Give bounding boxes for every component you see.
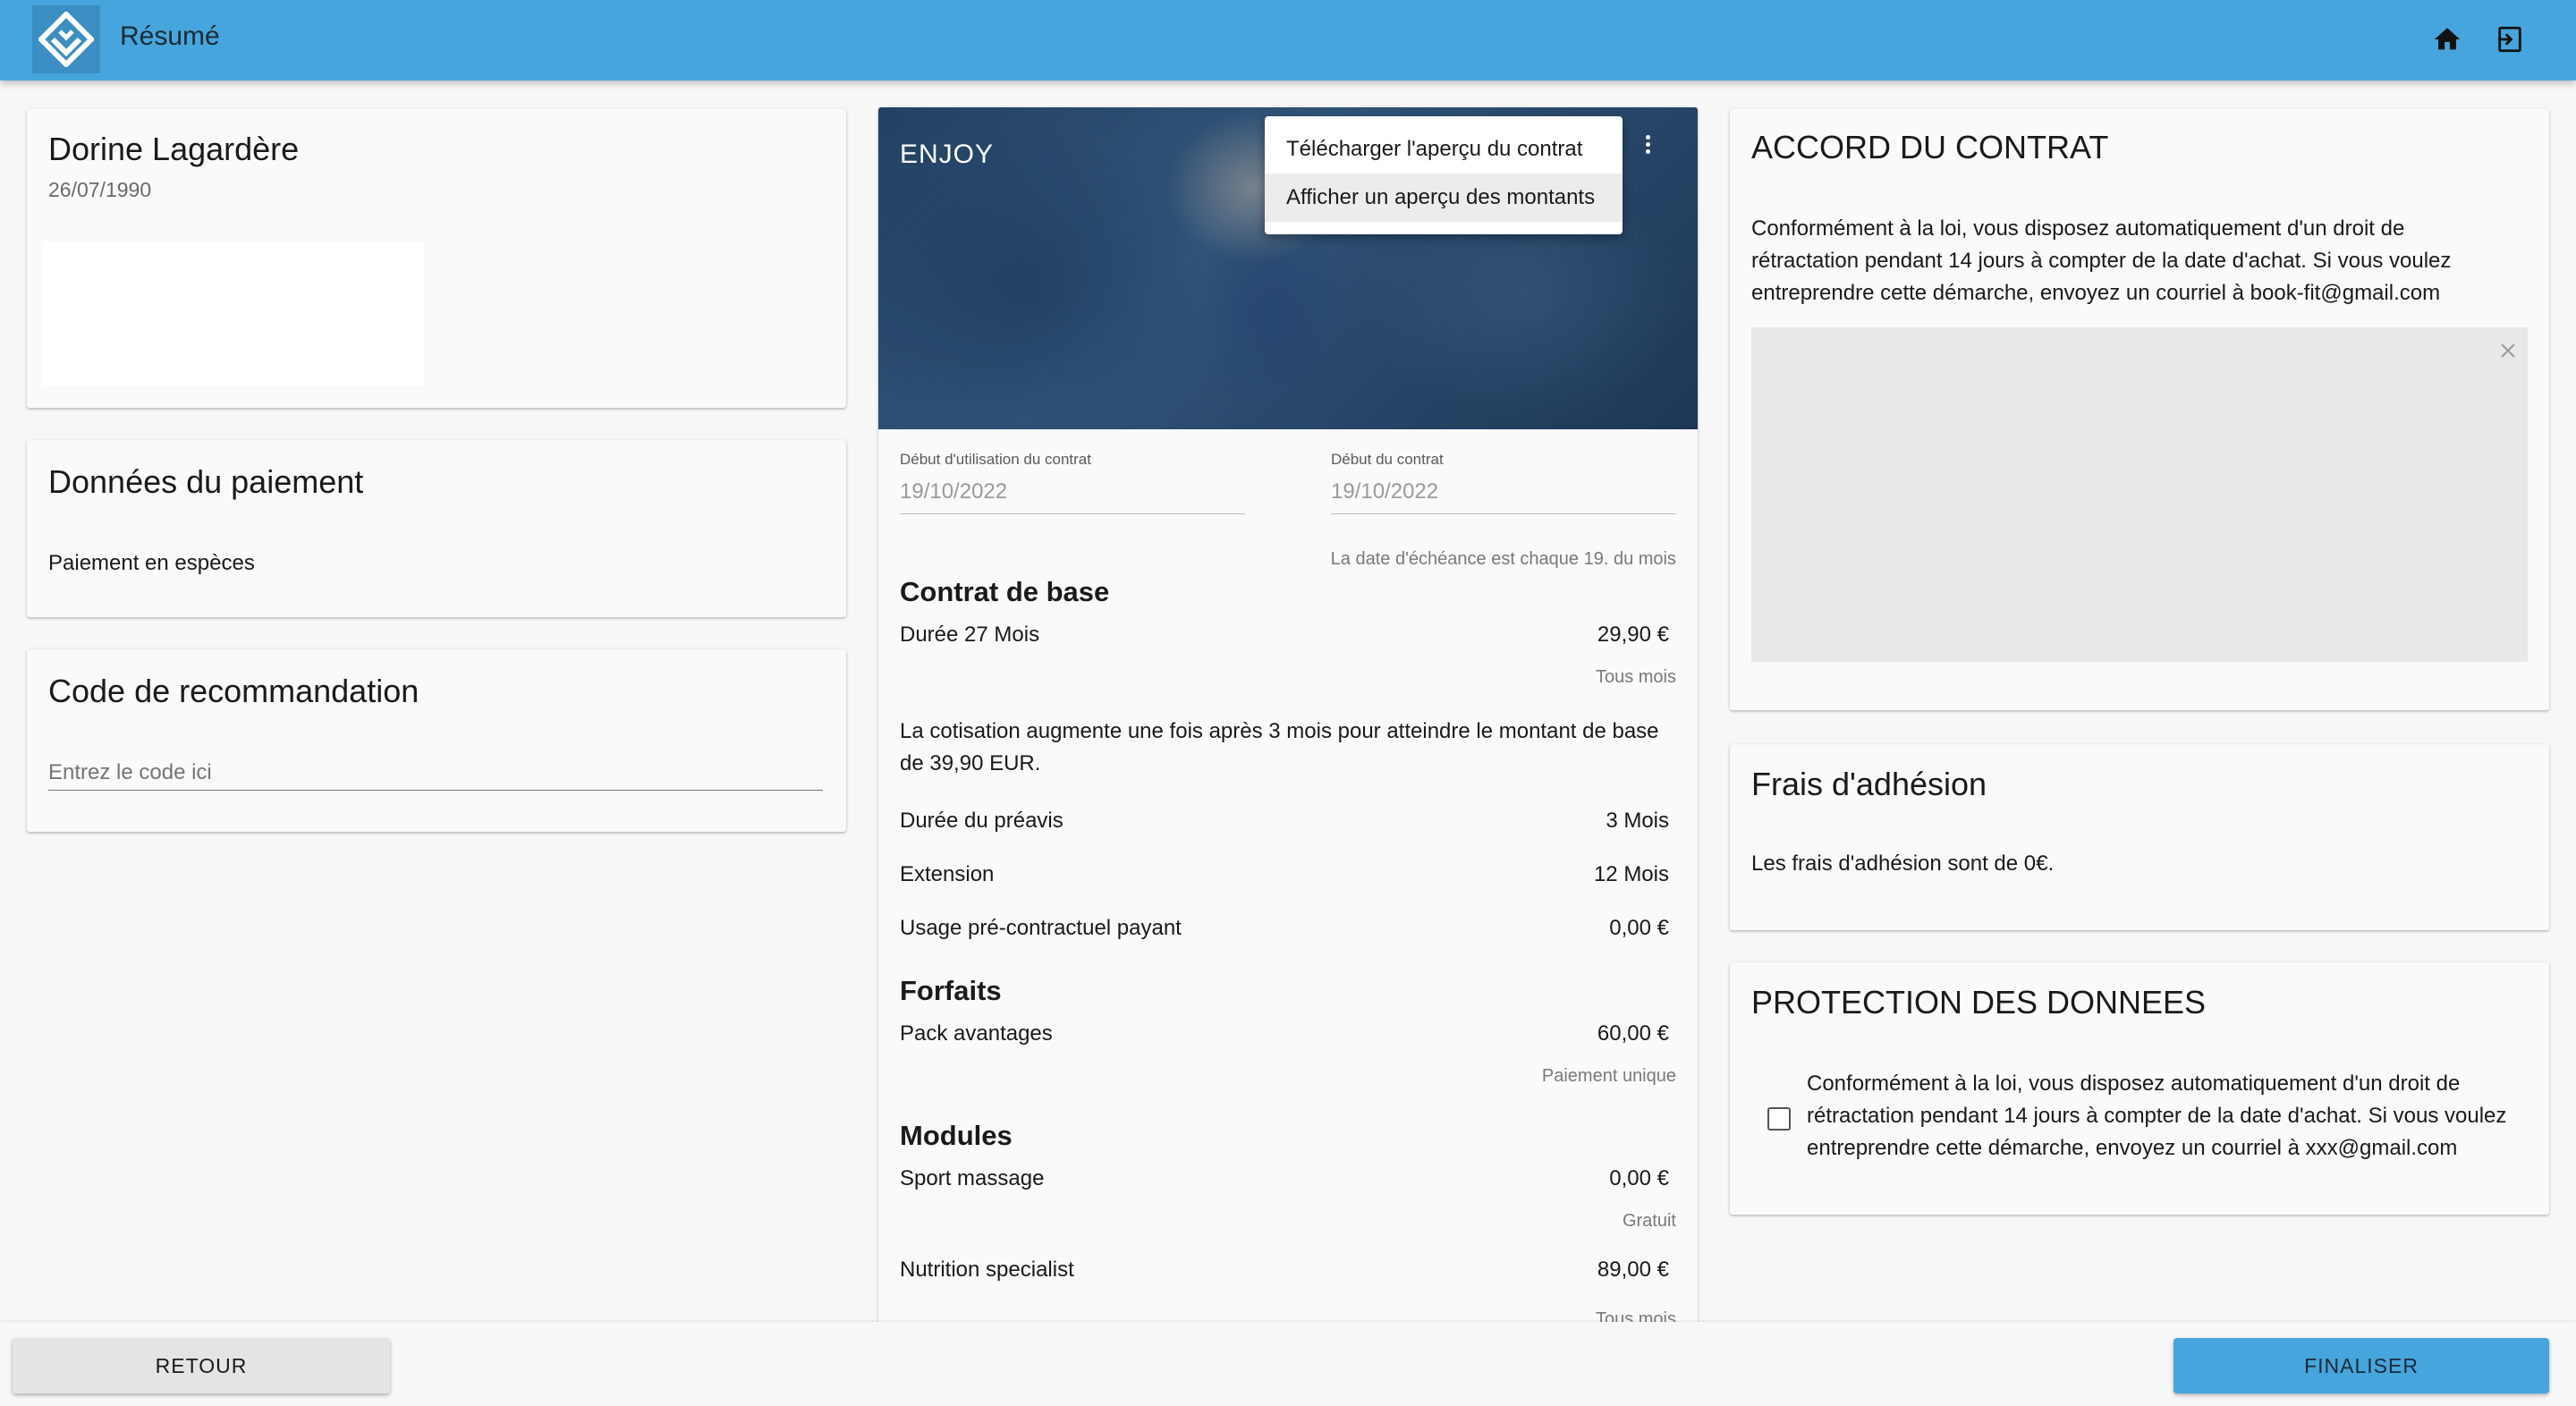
data-protection-text: Conformément à la loi, vous disposez aut… <box>1807 1068 2506 1165</box>
contract-hero-image: ENJOY Télécharger l'aperçu du contrat Af… <box>878 107 1698 429</box>
notice-period-label: Durée du préavis <box>900 809 1063 833</box>
app-header: Résumé <box>0 0 2576 80</box>
data-protection-checkbox[interactable] <box>1767 1107 1791 1131</box>
data-protection-text-line: rétractation pendant 14 jours à compter … <box>1807 1104 2507 1128</box>
footer-bar: RETOUR FINALISER <box>0 1322 2576 1406</box>
back-button[interactable]: RETOUR <box>13 1338 390 1393</box>
membership-fee-card: Frais d'adhésion Les frais d'adhésion so… <box>1730 744 2549 930</box>
packages-title: Forfaits <box>900 975 1002 1006</box>
module-item-sub: Gratuit <box>1622 1211 1676 1231</box>
referral-code-input[interactable] <box>48 755 823 791</box>
data-protection-title: PROTECTION DES DONNEES <box>1751 984 2207 1021</box>
agreement-text-line: entreprendre cette démarche, envoyez un … <box>1751 281 2441 305</box>
pre-contract-usage-value: 0,00 € <box>1609 916 1669 940</box>
due-date-note: La date d'échéance est chaque 19. du moi… <box>1330 549 1676 569</box>
menu-item-download-preview[interactable]: Télécharger l'aperçu du contrat <box>1265 125 1623 174</box>
customer-name: Dorine Lagardère <box>48 131 300 167</box>
data-protection-card: PROTECTION DES DONNEES Conformément à la… <box>1730 962 2549 1215</box>
membership-fee-title: Frais d'adhésion <box>1751 766 1987 802</box>
module-item-label: Sport massage <box>900 1166 1045 1190</box>
extension-label: Extension <box>900 862 995 886</box>
customer-card: Dorine Lagardère 26/07/1990 <box>27 109 846 408</box>
notice-period-value: 3 Mois <box>1606 809 1669 833</box>
contract-card: ENJOY Télécharger l'aperçu du contrat Af… <box>878 107 1698 1342</box>
diamond-logo-icon[interactable] <box>32 5 100 73</box>
module-item-label: Nutrition specialist <box>900 1258 1074 1282</box>
agreement-text-line: rétractation pendant 14 jours à compter … <box>1751 249 2452 273</box>
data-protection-text-line: Conformément à la loi, vous disposez aut… <box>1807 1071 2461 1096</box>
pre-contract-usage-label: Usage pré-contractuel payant <box>900 916 1182 940</box>
agreement-text: Conformément à la loi, vous disposez aut… <box>1751 213 2451 309</box>
signature-area[interactable] <box>43 241 424 386</box>
base-price: 29,90 € <box>1597 623 1669 647</box>
module-item-value: 0,00 € <box>1609 1166 1669 1190</box>
exit-icon[interactable] <box>2490 20 2529 59</box>
finalize-button[interactable]: FINALISER <box>2174 1338 2549 1393</box>
base-period: Tous mois <box>1595 667 1676 687</box>
package-item-label: Pack avantages <box>900 1021 1053 1046</box>
payment-method: Paiement en espèces <box>48 551 255 575</box>
data-protection-text-line: entreprendre cette démarche, envoyez un … <box>1807 1136 2458 1160</box>
usage-start-underline <box>900 513 1245 514</box>
menu-item-show-amounts[interactable]: Afficher un aperçu des montants <box>1265 174 1623 222</box>
referral-card: Code de recommandation <box>27 649 846 832</box>
module-item-value: 89,00 € <box>1597 1258 1669 1282</box>
plan-name: ENJOY <box>900 140 995 169</box>
package-item-value: 60,00 € <box>1597 1021 1669 1046</box>
membership-fee-text: Les frais d'adhésion sont de 0€. <box>1751 851 2055 876</box>
agreement-card: ACCORD DU CONTRAT Conformément à la loi,… <box>1730 109 2549 710</box>
agreement-text-line: Conformément à la loi, vous disposez aut… <box>1751 216 2405 241</box>
payment-title: Données du paiement <box>48 463 364 500</box>
usage-start-label: Début d'utilisation du contrat <box>900 451 1091 468</box>
payment-card: Données du paiement Paiement en espèces <box>27 440 846 617</box>
more-options-icon[interactable] <box>1639 132 1657 168</box>
customer-birthdate: 26/07/1990 <box>48 178 152 201</box>
usage-start-value: 19/10/2022 <box>900 479 1008 504</box>
contract-start-underline <box>1331 513 1676 514</box>
signature-pad[interactable] <box>1751 327 2528 662</box>
base-increase-note: La cotisation augmente une fois après 3 … <box>900 719 1659 775</box>
package-item-sub: Paiement unique <box>1541 1066 1676 1086</box>
clear-signature-icon[interactable] <box>2497 340 2519 366</box>
base-duration: Durée 27 Mois <box>900 623 1040 647</box>
contract-start-label: Début du contrat <box>1331 451 1444 468</box>
referral-title: Code de recommandation <box>48 673 419 709</box>
page-title: Résumé <box>120 21 220 51</box>
base-contract-title: Contrat de base <box>900 576 1110 607</box>
home-icon[interactable] <box>2428 20 2467 59</box>
agreement-title: ACCORD DU CONTRAT <box>1751 129 2109 165</box>
contract-options-menu: Télécharger l'aperçu du contrat Afficher… <box>1265 116 1623 234</box>
extension-value: 12 Mois <box>1593 862 1669 886</box>
contract-start-value: 19/10/2022 <box>1331 479 1439 504</box>
modules-title: Modules <box>900 1120 1013 1151</box>
